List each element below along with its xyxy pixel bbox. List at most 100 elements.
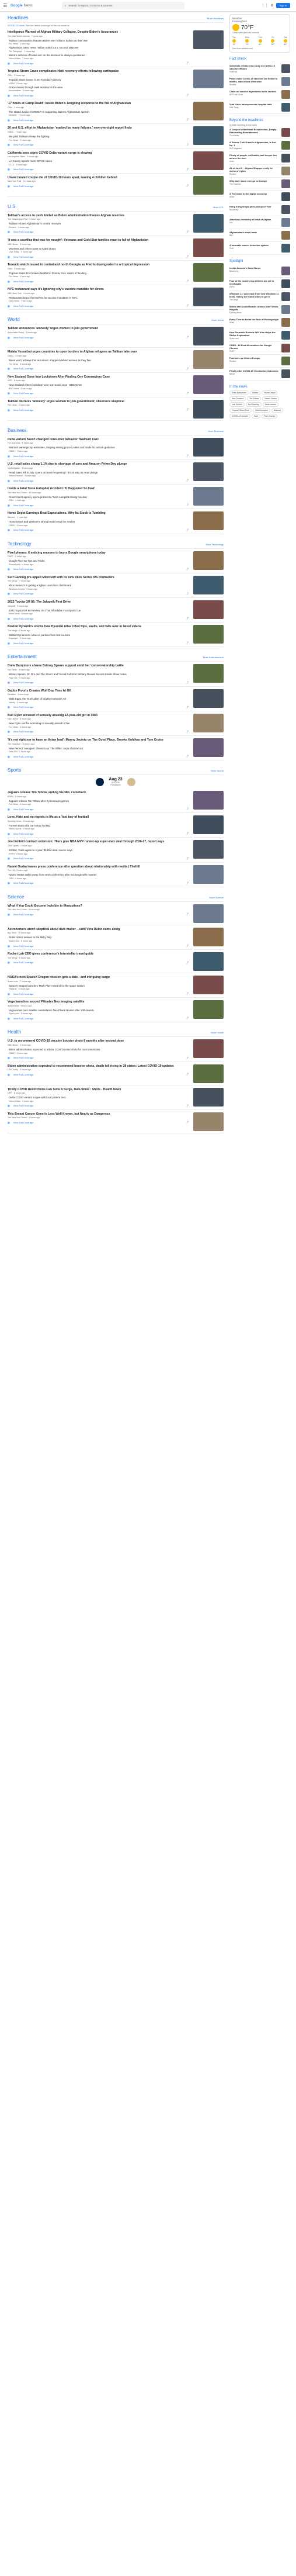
related-title[interactable]: Afghanistan latest news: Taliban ruled o… (9, 46, 189, 50)
full-coverage-link[interactable]: View Full Coverage (13, 881, 34, 884)
related-title[interactable]: Embiid, 76ers agree to 4-year, $196M dea… (9, 849, 189, 852)
full-coverage-link[interactable]: View Full Coverage (13, 392, 34, 395)
sidebar-item-title[interactable]: Why don't more men go to therapy (229, 179, 280, 182)
share-icon[interactable]: ⤴ (186, 961, 189, 964)
share-icon[interactable]: ⤴ (186, 255, 189, 258)
topic-chip[interactable]: Tim Tebow (246, 396, 262, 401)
logo[interactable]: Google News (11, 4, 33, 8)
full-coverage-link[interactable]: View Full Coverage (13, 617, 34, 620)
story-thumbnail[interactable] (193, 713, 224, 732)
story-thumbnail[interactable] (193, 1000, 224, 1019)
apps-icon[interactable]: ⋮⋮ (261, 4, 268, 8)
sidebar-section-title[interactable]: Beyond the headlines (229, 119, 290, 122)
share-icon[interactable]: ⤴ (186, 944, 189, 948)
full-coverage-link[interactable]: View Full Coverage (13, 94, 34, 97)
story-thumbnail[interactable] (193, 952, 224, 971)
section-title[interactable]: Technology (8, 541, 31, 547)
story-thumbnail[interactable] (193, 1087, 224, 1107)
story-title[interactable]: Joel Embiid contract extension: 76ers gi… (8, 840, 189, 844)
story-thumbnail[interactable] (193, 1064, 224, 1083)
story-title[interactable]: Taliban's access to cash limited as Bide… (8, 214, 189, 218)
story-thumbnail[interactable] (193, 375, 224, 394)
share-icon[interactable]: ⤴ (186, 1073, 189, 1076)
topic-chip[interactable]: Tropical Storm Fred (229, 408, 252, 413)
topic-chip[interactable]: COVID-19 booster (229, 414, 250, 419)
share-icon[interactable]: ⤴ (186, 881, 189, 885)
story-thumbnail[interactable] (193, 327, 224, 346)
section-title[interactable]: World (8, 317, 20, 322)
share-icon[interactable]: ⤴ (186, 454, 189, 458)
share-icon[interactable]: ⤴ (186, 1104, 189, 1108)
section-title[interactable]: Sports (8, 767, 21, 773)
sidebar-item-title[interactable]: Inside Amazon's Dark Stores (229, 267, 280, 269)
sidebar-item[interactable]: CNNS - 16 Best Alternatives for Google C… (229, 342, 290, 355)
story-thumbnail[interactable] (193, 126, 224, 146)
sidebar-item-title[interactable]: CNNS - 16 Best Alternatives for Google C… (229, 344, 280, 350)
full-coverage-link[interactable]: View Full Coverage (13, 1056, 34, 1059)
more-link[interactable]: More Sports (211, 769, 224, 772)
topics-title[interactable]: In the news (229, 385, 290, 389)
related-title[interactable]: Former Bama star can't stop hunting (9, 824, 189, 828)
topic-chip[interactable]: Pixel phones (261, 414, 278, 419)
full-coverage-link[interactable]: View Full Coverage (13, 119, 34, 122)
topic-chip[interactable]: New Zealand (229, 396, 246, 401)
share-icon[interactable]: ⤴ (186, 912, 189, 916)
share-icon[interactable]: ⤴ (186, 230, 189, 234)
share-icon[interactable]: ⤴ (186, 568, 189, 571)
related-title[interactable]: Tropical Storm Fred makes landfall in Fl… (9, 272, 189, 275)
topic-chip[interactable]: Delta variant (262, 402, 278, 407)
more-link[interactable]: More Technology (206, 543, 224, 546)
story-title[interactable]: California sees signs COVID Delta varian… (8, 151, 189, 155)
story-thumbnail[interactable] (193, 689, 224, 708)
share-icon[interactable]: ⤴ (186, 857, 189, 860)
share-icon[interactable]: ⤴ (186, 94, 189, 97)
related-title[interactable]: 2022 Toyota GR 86 Review: It's That Affo… (9, 609, 189, 613)
full-coverage-link[interactable]: View Full Coverage (13, 857, 34, 860)
section-title[interactable]: Science (8, 894, 24, 900)
sidebar-item-title[interactable]: Scientists release new study on COVID-19… (229, 64, 280, 70)
share-icon[interactable]: ⤴ (186, 392, 189, 395)
section-title[interactable]: Health (8, 1029, 21, 1035)
related-title[interactable]: New Gyler suit for extending to sexually… (9, 722, 189, 725)
full-coverage-link[interactable]: View Full Coverage (13, 1073, 34, 1076)
story-title[interactable]: Gabby Pryor's Creates Wolf Dop Time At O… (8, 689, 189, 693)
related-title[interactable]: New Zealand enters lockdown over one Cov… (9, 383, 189, 387)
related-title[interactable]: Britney Spears, Dr. Dre and 'the Storm' … (9, 673, 189, 676)
search-icon[interactable]: ⌕ (65, 4, 67, 7)
story-thumbnail[interactable] (193, 927, 224, 946)
topic-chip[interactable]: Home Depot (262, 390, 278, 395)
story-title[interactable]: '17 hours at Camp David': Inside Biden's… (8, 102, 189, 106)
related-title[interactable]: Biden's defense of Kabul exit 'on the de… (9, 54, 189, 57)
sidebar-item-title[interactable]: A Canyon's Steelhead Resurrection, Deepl… (229, 128, 280, 134)
full-coverage-link[interactable]: View Full Coverage (13, 568, 34, 570)
full-coverage-link[interactable]: View Full Coverage (13, 255, 34, 258)
story-thumbnail[interactable] (193, 30, 224, 49)
share-icon[interactable]: ⤴ (186, 681, 189, 684)
sidebar-item-title[interactable]: Plenty of people, old habits, and deeper… (229, 154, 280, 160)
story-title[interactable]: Vega launches second Pléiades Neo imagin… (8, 1000, 189, 1004)
full-coverage-link[interactable]: View Full Coverage (13, 592, 34, 595)
share-icon[interactable]: ⤴ (186, 992, 189, 995)
section-title[interactable]: Entertainment (8, 654, 37, 659)
more-link[interactable]: More Business (208, 430, 224, 433)
story-thumbnail[interactable] (193, 238, 224, 257)
full-coverage-link[interactable]: View Full Coverage (13, 367, 34, 370)
sidebar-item[interactable]: Billies and Doubleheader Unions After Se… (229, 303, 290, 316)
sidebar-item[interactable]: How Reusable Rockets Will Also Helps the… (229, 329, 290, 342)
related-title[interactable]: Taliban refuses Afghanistan's central re… (9, 222, 189, 226)
share-icon[interactable]: ⤴ (186, 408, 189, 412)
settings-icon[interactable]: ⚙ (270, 4, 273, 8)
share-icon[interactable]: ⤴ (186, 1016, 189, 1020)
related-title[interactable]: SpaceX Dragon launches 'Mark Plus' resea… (9, 984, 189, 988)
related-title[interactable]: Tropical Storm Grace: 5 am Tuesday Advis… (9, 78, 189, 82)
story-title[interactable]: This Breast Cancer Gene Is Less Well Kno… (8, 1112, 189, 1116)
full-coverage-link[interactable]: View Full Coverage (13, 280, 34, 283)
topic-chip[interactable]: Haiti (251, 414, 260, 419)
story-thumbnail[interactable] (193, 70, 224, 89)
share-icon[interactable]: ⤴ (186, 528, 189, 532)
sidebar-item[interactable]: Scientists release new study on COVID-19… (229, 63, 290, 75)
story-thumbnail[interactable] (193, 462, 224, 482)
sidebar-item-title[interactable]: Billies and Doubleheader Unions After Se… (229, 305, 280, 311)
sidebar-item[interactable]: Why don't more men go to therapy The Guar… (229, 178, 290, 191)
share-icon[interactable]: ⤴ (186, 479, 189, 482)
